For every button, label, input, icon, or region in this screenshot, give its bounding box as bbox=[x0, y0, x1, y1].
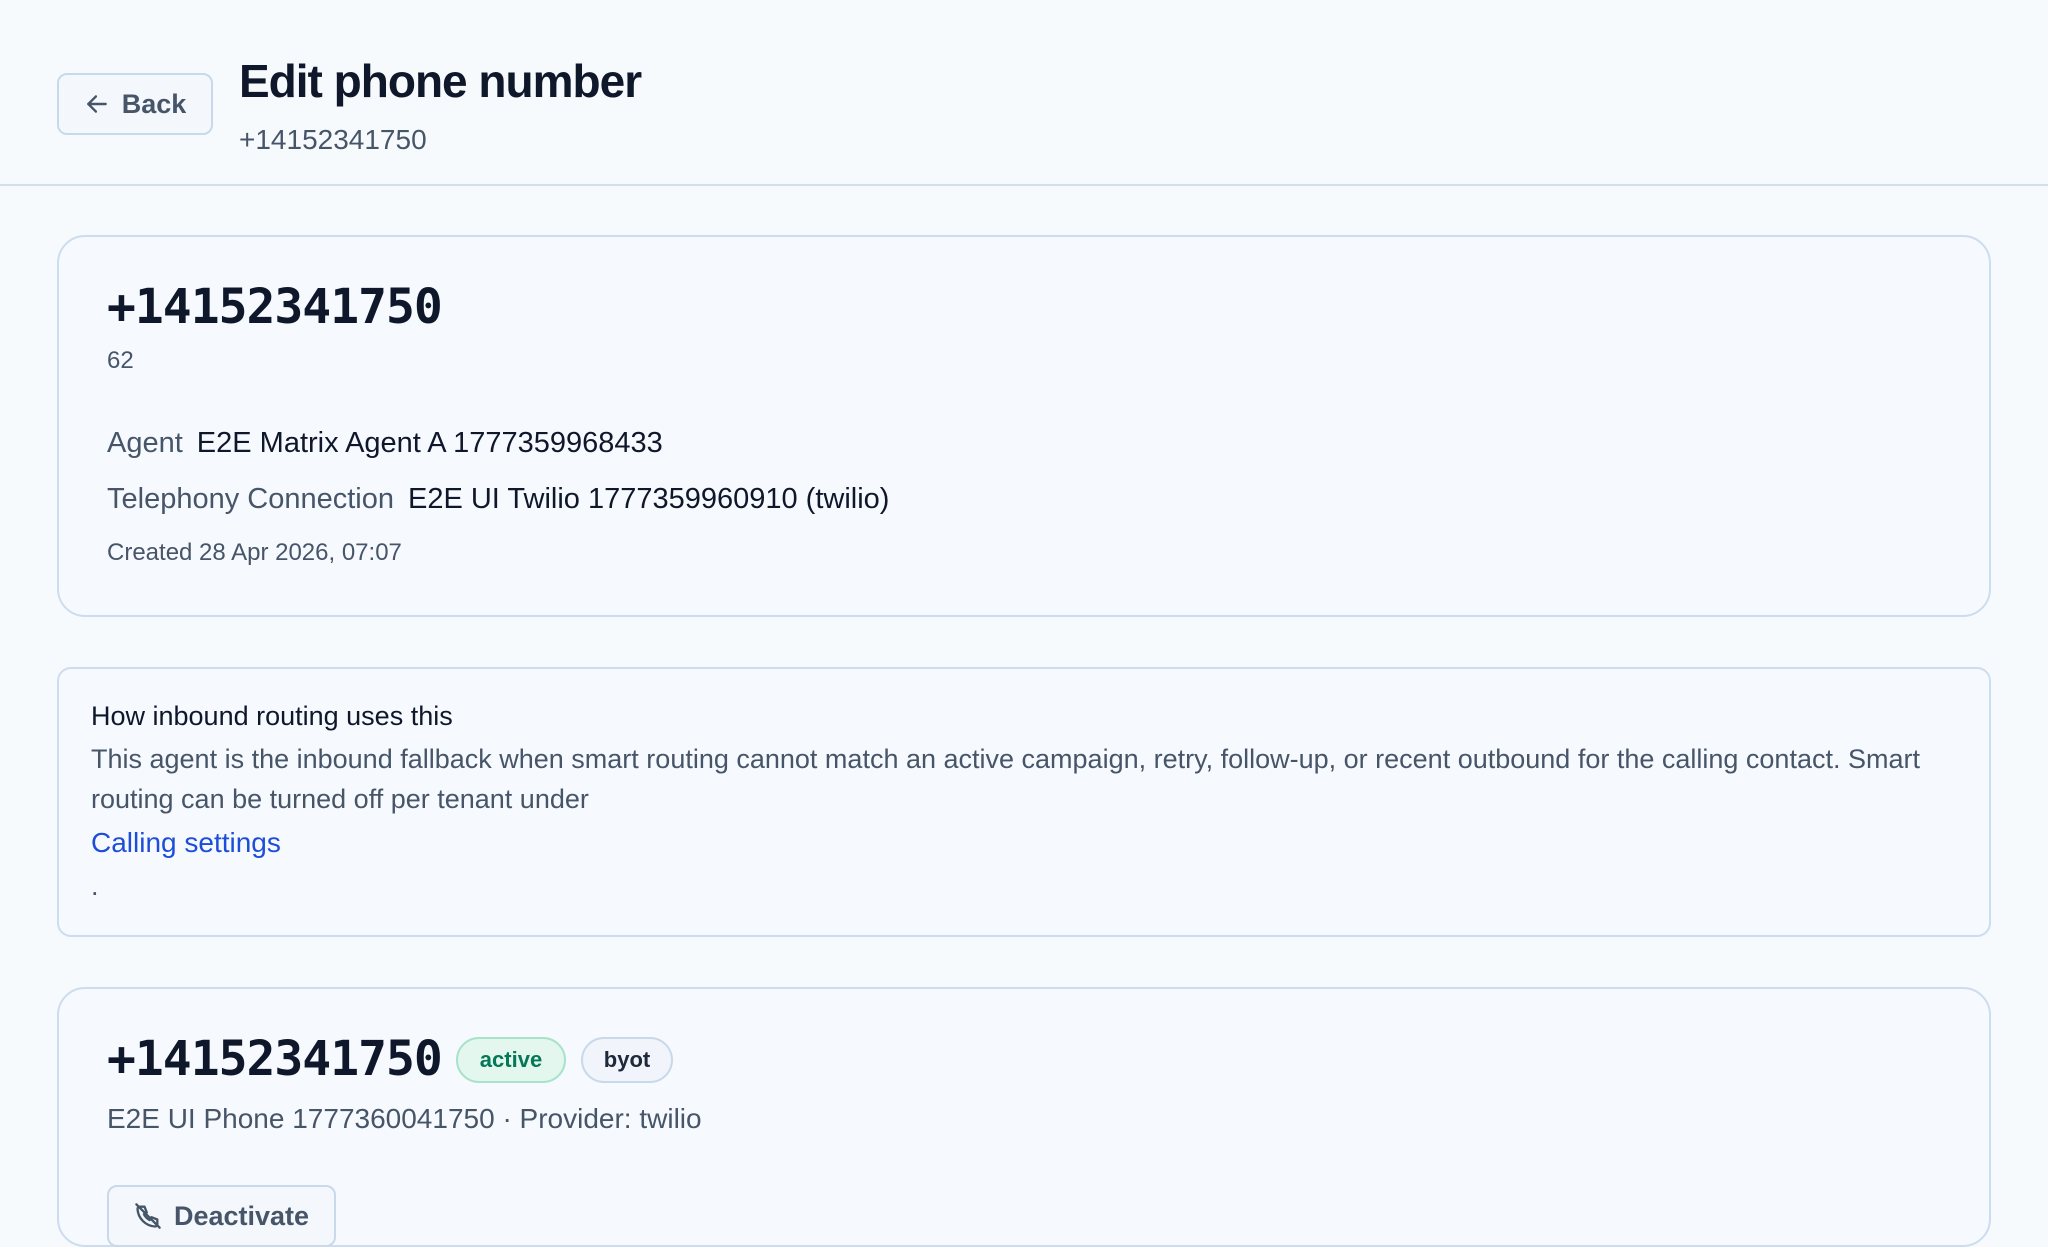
calling-settings-link[interactable]: Calling settings bbox=[91, 827, 281, 859]
type-badge: byot bbox=[581, 1037, 673, 1083]
back-button[interactable]: Back bbox=[57, 73, 213, 135]
telephony-value: E2E UI Twilio 1777359960910 (twilio) bbox=[407, 483, 890, 515]
page-title: Edit phone number bbox=[239, 55, 642, 107]
phone-number-heading: +14152341750 bbox=[107, 279, 443, 335]
arrow-left-icon bbox=[86, 95, 107, 113]
routing-info-trailing: . bbox=[91, 871, 99, 901]
created-timestamp: Created 28 Apr 2026, 07:07 bbox=[107, 539, 402, 566]
status-badge: active bbox=[456, 1037, 566, 1083]
back-button-label: Back bbox=[121, 88, 187, 119]
routing-info-title: How inbound routing uses this bbox=[91, 701, 453, 731]
deactivate-button[interactable]: Deactivate bbox=[107, 1185, 336, 1247]
page-subtitle: +14152341750 bbox=[239, 124, 427, 155]
number-status-card: +14152341750 active byot E2E UI Phone 17… bbox=[57, 987, 1991, 1247]
agent-row: Agent E2E Matrix Agent A 1777359968433 bbox=[107, 427, 663, 460]
agent-value: E2E Matrix Agent A 1777359968433 bbox=[196, 427, 663, 459]
telephony-row: Telephony Connection E2E UI Twilio 177735… bbox=[107, 483, 889, 516]
deactivate-button-label: Deactivate bbox=[173, 1200, 310, 1231]
number-description: E2E UI Phone 1777360041750 · Provider: t… bbox=[107, 1103, 702, 1134]
agent-label: Agent bbox=[107, 427, 183, 459]
phone-off-icon bbox=[135, 1203, 161, 1229]
routing-info-body: This agent is the inbound fallback when … bbox=[91, 744, 1920, 814]
number-status-heading: +14152341750 bbox=[107, 1031, 443, 1087]
telephony-label: Telephony Connection bbox=[107, 483, 394, 515]
phone-summary-card: +14152341750 62 Agent E2E Matrix Agent A … bbox=[57, 235, 1991, 617]
phone-number-id: 62 bbox=[107, 347, 134, 374]
routing-info-card: How inbound routing uses this This agent… bbox=[57, 667, 1991, 937]
page-header: Back Edit phone number +14152341750 bbox=[0, 0, 2048, 186]
